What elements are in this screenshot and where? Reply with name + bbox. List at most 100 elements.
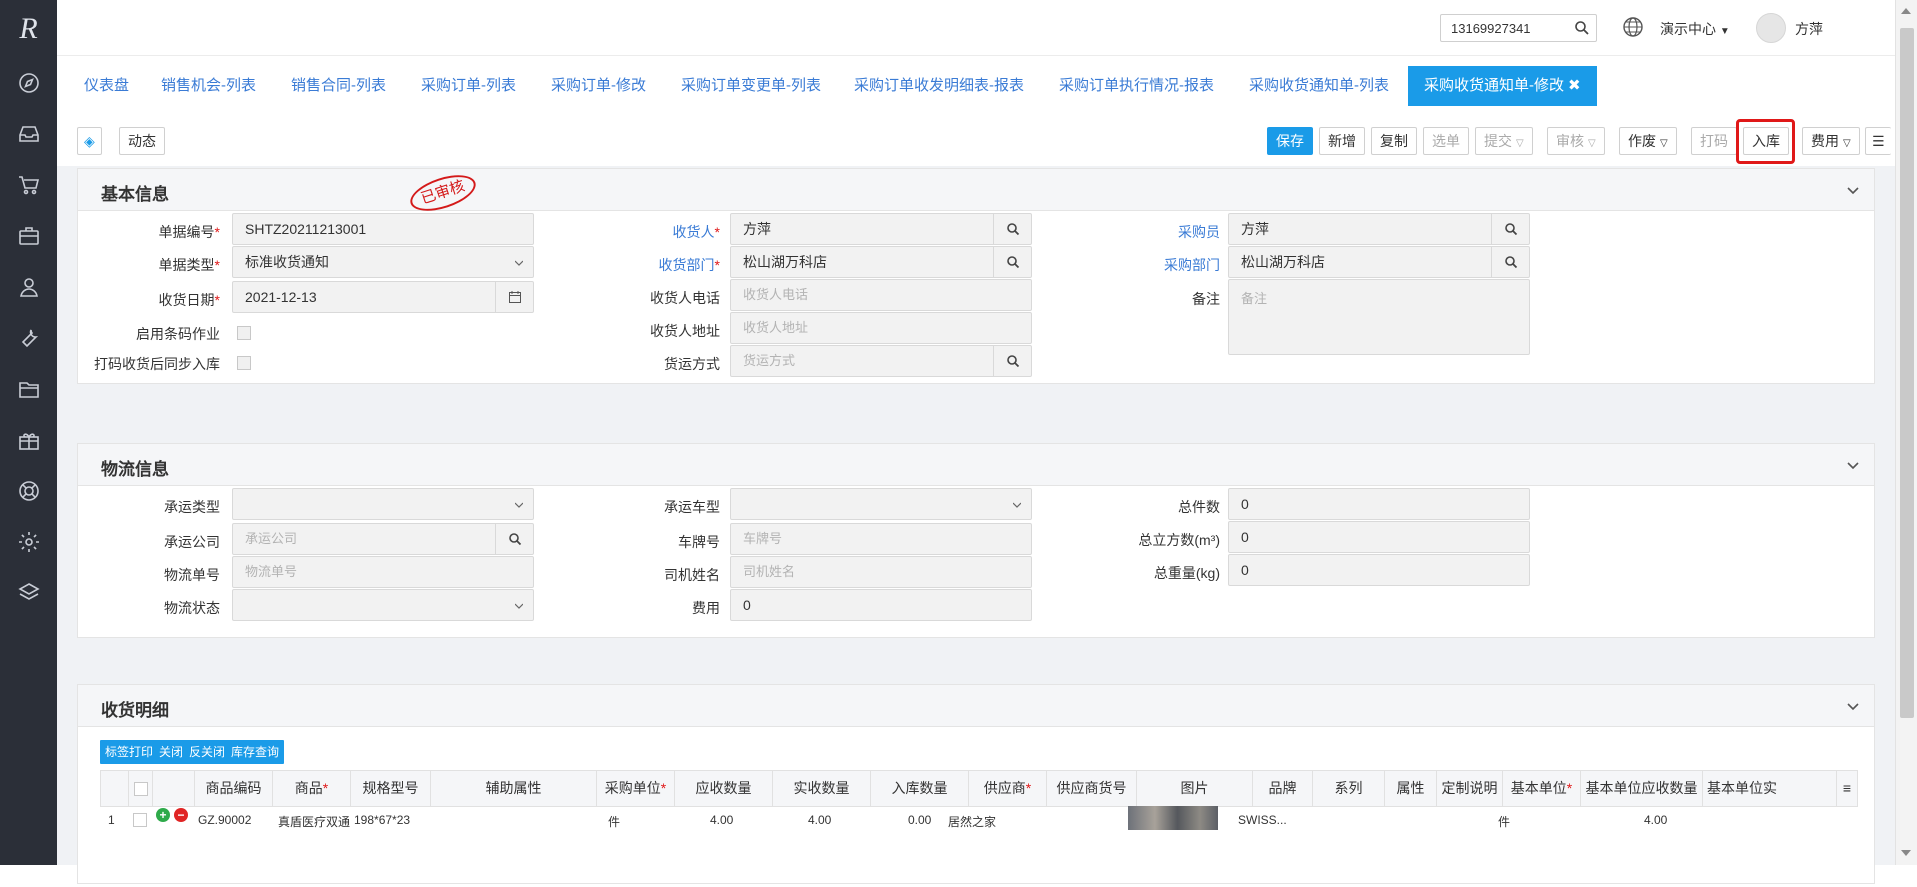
th-brand[interactable]: 品牌 — [1253, 771, 1313, 806]
submit-button[interactable]: 提交 ▽ — [1475, 127, 1533, 155]
receiver-field[interactable]: 方萍 — [730, 213, 1032, 245]
search-icon[interactable] — [495, 524, 533, 554]
th-aux-attr[interactable]: 辅助属性 — [431, 771, 597, 806]
th-custom-note[interactable]: 定制说明 — [1437, 771, 1503, 806]
search-icon[interactable] — [993, 247, 1031, 277]
menu-button[interactable]: ☰ — [1865, 127, 1891, 155]
select-button[interactable]: 选单 — [1423, 127, 1469, 155]
add-row-icon[interactable]: + — [156, 808, 170, 822]
cell-spec[interactable]: 198*67*23 — [354, 813, 410, 827]
search-icon[interactable] — [993, 214, 1031, 244]
row-checkbox[interactable] — [133, 813, 147, 827]
dynamic-button[interactable]: 动态 — [119, 127, 165, 155]
th-supplier[interactable]: 供应商* — [969, 771, 1047, 806]
logistics-header[interactable]: 物流信息 — [78, 444, 1874, 486]
tab-purchase-execution-report[interactable]: 采购订单执行情况-报表 — [1059, 66, 1214, 106]
tab-sales-opportunity-list[interactable]: 销售机会-列表 — [161, 66, 256, 106]
fee-button[interactable]: 费用 ▽ — [1802, 127, 1860, 155]
th-supplier-sku[interactable]: 供应商货号 — [1047, 771, 1137, 806]
reopen-rows-button[interactable]: 反关闭 — [184, 740, 231, 764]
remark-textarea[interactable]: 备注 — [1228, 279, 1530, 355]
doc-type-select[interactable]: 标准收货通知 — [232, 246, 534, 278]
recv-addr-field[interactable]: 收货人地址 — [730, 312, 1032, 344]
th-purchase-unit[interactable]: 采购单位* — [597, 771, 675, 806]
buyer-field[interactable]: 方萍 — [1228, 213, 1530, 245]
tab-sales-contract-list[interactable]: 销售合同-列表 — [291, 66, 386, 106]
tab-receipt-notice-list[interactable]: 采购收货通知单-列表 — [1249, 66, 1389, 106]
cart-icon[interactable] — [0, 159, 57, 210]
driver-field[interactable]: 司机姓名 — [730, 556, 1032, 588]
tab-purchase-detail-report[interactable]: 采购订单收发明细表-报表 — [854, 66, 1024, 106]
th-image[interactable]: 图片 — [1137, 771, 1253, 806]
cell-recv-qty[interactable]: 4.00 — [808, 813, 831, 827]
recv-phone-field[interactable]: 收货人电话 — [730, 279, 1032, 311]
new-button[interactable]: 新增 — [1319, 127, 1365, 155]
chevron-down-icon[interactable] — [1846, 699, 1860, 713]
cell-due-qty[interactable]: 4.00 — [710, 813, 733, 827]
stock-query-button[interactable]: 库存查询 — [226, 740, 285, 764]
buy-dept-field[interactable]: 松山湖万科店 — [1228, 246, 1530, 278]
search-icon[interactable] — [1491, 247, 1529, 277]
chevron-down-icon[interactable] — [1846, 458, 1860, 472]
tab-receipt-notice-edit[interactable]: 采购收货通知单-修改 ✖ — [1408, 66, 1597, 106]
copy-button[interactable]: 复制 — [1371, 127, 1417, 155]
gear-icon[interactable] — [0, 516, 57, 567]
gift-icon[interactable] — [0, 414, 57, 465]
tab-purchase-order-list[interactable]: 采购订单-列表 — [421, 66, 516, 106]
cell-in-qty[interactable]: 0.00 — [908, 813, 931, 827]
carrier-type-select[interactable] — [232, 488, 534, 520]
total-pieces-field[interactable]: 0 — [1228, 488, 1530, 520]
plate-field[interactable]: 车牌号 — [730, 523, 1032, 555]
th-code[interactable]: 商品编码 — [195, 771, 273, 806]
th-recv-qty[interactable]: 实收数量 — [773, 771, 871, 806]
th-series[interactable]: 系列 — [1313, 771, 1385, 806]
ship-method-field[interactable]: 货运方式 — [730, 345, 1032, 377]
scrollbar-thumb[interactable] — [1900, 28, 1914, 718]
th-base-due-qty[interactable]: 基本单位应收数量 — [1581, 771, 1703, 806]
recv-date-field[interactable]: 2021-12-13 — [232, 281, 534, 313]
detail-header[interactable]: 收货明细 — [78, 685, 1874, 727]
th-in-qty[interactable]: 入库数量 — [871, 771, 969, 806]
globe-icon[interactable] — [1622, 16, 1644, 38]
scroll-down-icon[interactable] — [1901, 850, 1911, 856]
avatar[interactable] — [1756, 13, 1786, 43]
search-icon[interactable] — [1491, 214, 1529, 244]
search-box[interactable]: 13169927341 — [1440, 14, 1597, 42]
wrench-icon[interactable] — [0, 312, 57, 363]
label-print-button[interactable]: 标签打印 — [100, 740, 159, 764]
remove-row-icon[interactable]: − — [174, 808, 188, 822]
layers-icon[interactable] — [0, 567, 57, 618]
support-icon[interactable] — [0, 465, 57, 516]
close-icon[interactable]: ✖ — [1568, 77, 1581, 94]
carrier-company-field[interactable]: 承运公司 — [232, 523, 534, 555]
cell-unit[interactable]: 件 — [608, 813, 620, 830]
basic-info-header[interactable]: 基本信息 — [78, 169, 1874, 211]
tag-button[interactable]: ◈ — [77, 127, 102, 155]
total-weight-field[interactable]: 0 — [1228, 554, 1530, 586]
briefcase-icon[interactable] — [0, 210, 57, 261]
chevron-down-icon[interactable] — [1846, 183, 1860, 197]
sync-checkbox[interactable] — [237, 356, 251, 370]
th-base-recv-qty[interactable]: 基本单位实 — [1703, 771, 1837, 806]
vehicle-type-select[interactable] — [730, 488, 1032, 520]
th-due-qty[interactable]: 应收数量 — [675, 771, 773, 806]
search-icon[interactable] — [993, 346, 1031, 376]
tracking-field[interactable]: 物流单号 — [232, 556, 534, 588]
user-icon[interactable] — [0, 261, 57, 312]
folder-icon[interactable] — [0, 363, 57, 414]
print-button[interactable]: 打码 — [1691, 127, 1737, 155]
org-switcher[interactable]: 演示中心 ▼ — [1660, 19, 1730, 39]
fee-field[interactable]: 0 — [730, 589, 1032, 621]
save-button[interactable]: 保存 — [1267, 127, 1313, 155]
page-scrollbar[interactable] — [1895, 0, 1917, 865]
cell-code[interactable]: GZ.90002 — [198, 813, 251, 827]
barcode-checkbox[interactable] — [237, 326, 251, 340]
th-base-unit[interactable]: 基本单位* — [1503, 771, 1581, 806]
review-button[interactable]: 审核 ▽ — [1547, 127, 1605, 155]
tab-purchase-order-edit[interactable]: 采购订单-修改 — [551, 66, 646, 106]
product-image[interactable] — [1128, 806, 1218, 830]
scroll-up-icon[interactable] — [1901, 8, 1911, 14]
cell-base-due-qty[interactable]: 4.00 — [1644, 813, 1667, 827]
th-attr[interactable]: 属性 — [1385, 771, 1437, 806]
compass-icon[interactable] — [0, 57, 57, 108]
